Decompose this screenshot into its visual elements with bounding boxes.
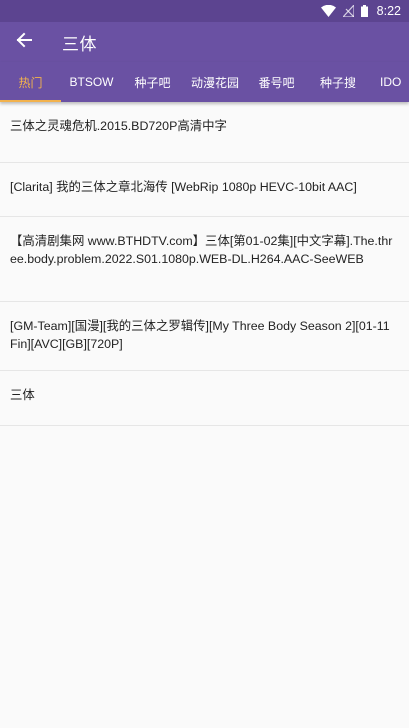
tab-fanhaoba[interactable]: 番号吧	[247, 62, 306, 102]
tab-hot[interactable]: 热门	[0, 62, 61, 102]
tab-btsow[interactable]: BTSOW	[61, 62, 122, 102]
source-tabs: 热门 BTSOW 种子吧 动漫花园 番号吧 种子搜 IDO	[0, 62, 409, 102]
list-item[interactable]: [GM-Team][国漫][我的三体之罗辑传][My Three Body Se…	[0, 302, 409, 371]
page-title: 三体	[62, 34, 97, 55]
wifi-icon	[320, 5, 336, 17]
tab-ido[interactable]: IDO	[370, 62, 409, 102]
status-bar: 8:22	[0, 0, 409, 22]
arrow-left-icon	[16, 32, 32, 52]
list-item[interactable]: 三体	[0, 371, 409, 426]
result-list: 三体之灵魂危机.2015.BD720P高清中字 [Clarita] 我的三体之章…	[0, 102, 409, 426]
tab-dongman-huayuan[interactable]: 动漫花园	[183, 62, 247, 102]
tab-zhongziba[interactable]: 种子吧	[122, 62, 183, 102]
list-item[interactable]: [Clarita] 我的三体之章北海传 [WebRip 1080p HEVC-1…	[0, 163, 409, 217]
tab-zhongzisou[interactable]: 种子搜	[306, 62, 370, 102]
app-bar: 三体	[0, 22, 409, 62]
list-item[interactable]: 【高清剧集网 www.BTHDTV.com】三体[第01-02集][中文字幕].…	[0, 217, 409, 302]
status-time: 8:22	[376, 4, 401, 18]
battery-icon	[360, 5, 368, 17]
list-item[interactable]: 三体之灵魂危机.2015.BD720P高清中字	[0, 102, 409, 163]
no-signal-icon	[342, 5, 354, 17]
back-button[interactable]	[0, 22, 48, 62]
